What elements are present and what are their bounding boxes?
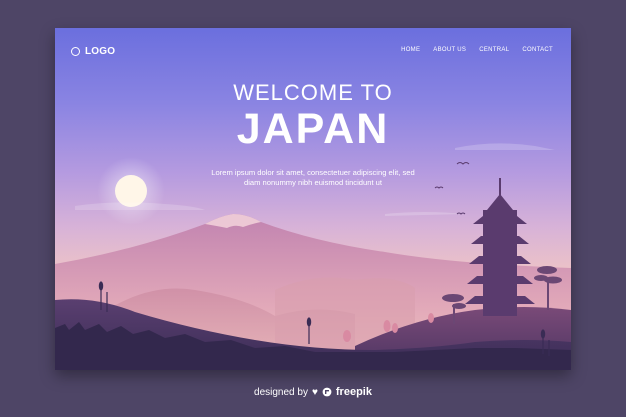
attribution-brand[interactable]: freepik <box>336 386 372 398</box>
nav-about-us[interactable]: ABOUT US <box>433 47 466 53</box>
hero-subtitle: JAPAN <box>236 105 390 153</box>
landing-page-card: LOGO HOME ABOUT US CENTRAL CONTACT WELCO… <box>55 28 571 370</box>
nav-home[interactable]: HOME <box>401 47 420 53</box>
nav-central[interactable]: CENTRAL <box>479 47 509 53</box>
sun <box>115 175 147 207</box>
top-navigation: HOME ABOUT US CENTRAL CONTACT <box>401 47 553 53</box>
hero-title: WELCOME TO <box>233 80 393 105</box>
attribution: designed by ♥ freepik <box>0 386 626 398</box>
circle-logo-icon <box>71 47 80 56</box>
logo-text: LOGO <box>85 46 116 57</box>
cloud <box>385 212 465 216</box>
page: LOGO HOME ABOUT US CENTRAL CONTACT WELCO… <box>0 0 626 417</box>
freepik-logo-icon <box>322 387 332 397</box>
cloud <box>75 202 205 210</box>
logo[interactable]: LOGO <box>71 46 115 57</box>
nav-contact[interactable]: CONTACT <box>522 47 553 53</box>
heart-icon: ♥ <box>311 386 318 398</box>
attribution-prefix: designed by <box>254 386 308 398</box>
birds <box>434 162 470 215</box>
hero-description: Lorem ipsum dolor sit amet, consectetuer… <box>211 168 415 187</box>
